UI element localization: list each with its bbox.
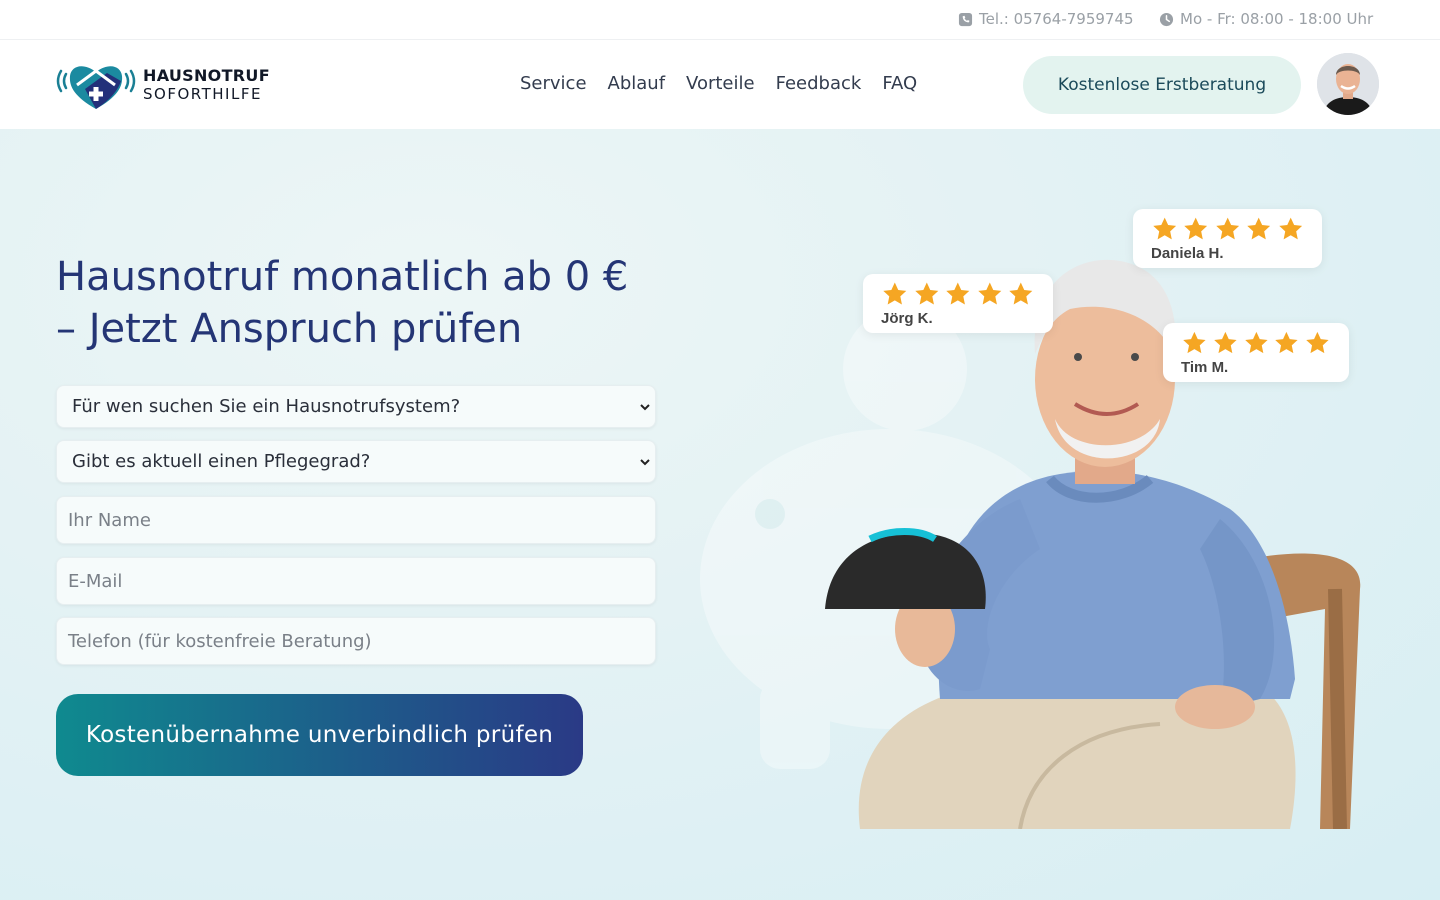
star-icon bbox=[1009, 282, 1033, 305]
hero-headline: Hausnotruf monatlich ab 0 € – Jetzt Ansp… bbox=[56, 251, 676, 355]
heart-logo-icon bbox=[56, 66, 136, 109]
review-card: Daniela H. bbox=[1133, 209, 1322, 268]
star-icon bbox=[1278, 217, 1302, 240]
name-input[interactable]: Ihr Name bbox=[56, 496, 656, 544]
star-rating bbox=[1181, 329, 1331, 357]
reviewer-name: Tim M. bbox=[1181, 359, 1229, 376]
phone-text: Tel.: 05764-7959745 bbox=[979, 10, 1134, 28]
hours-text: Mo - Fr: 08:00 - 18:00 Uhr bbox=[1180, 10, 1374, 28]
star-icon bbox=[883, 282, 907, 305]
review-card: Tim M. bbox=[1163, 323, 1349, 382]
star-icon bbox=[1184, 217, 1208, 240]
star-rating bbox=[881, 280, 1035, 308]
name-placeholder: Ihr Name bbox=[68, 509, 151, 531]
main-nav: Service Ablauf Vorteile Feedback FAQ bbox=[520, 73, 917, 94]
reviewer-name: Jörg K. bbox=[881, 310, 933, 327]
star-icon bbox=[1214, 331, 1237, 354]
opening-hours: Mo - Fr: 08:00 - 18:00 Uhr bbox=[1159, 10, 1373, 28]
nav-faq[interactable]: FAQ bbox=[882, 73, 917, 94]
headline-line-2: – Jetzt Anspruch prüfen bbox=[56, 306, 523, 352]
hero-section: Hausnotruf monatlich ab 0 € – Jetzt Ansp… bbox=[0, 129, 1440, 900]
chevron-down-icon bbox=[640, 458, 650, 465]
star-icon bbox=[978, 282, 1002, 305]
reviewer-name: Daniela H. bbox=[1151, 245, 1224, 262]
star-icon bbox=[1216, 217, 1239, 240]
recipient-select[interactable]: Für wen suchen Sie ein Hausnotrufsystem? bbox=[56, 385, 656, 428]
star-rating bbox=[1151, 215, 1304, 243]
phone-input[interactable]: Telefon (für kostenfreie Beratung) bbox=[56, 617, 656, 665]
star-icon bbox=[1247, 217, 1271, 240]
headline-line-1: Hausnotruf monatlich ab 0 € bbox=[56, 254, 629, 300]
advisor-portrait-icon bbox=[1317, 53, 1379, 115]
logo[interactable]: HAUSNOTRUF SOFORTHILFE bbox=[55, 59, 270, 111]
email-placeholder: E-Mail bbox=[68, 570, 123, 592]
email-input[interactable]: E-Mail bbox=[56, 557, 656, 605]
nav-vorteile[interactable]: Vorteile bbox=[686, 73, 755, 94]
star-icon bbox=[1183, 331, 1206, 354]
advisor-avatar[interactable] bbox=[1317, 53, 1379, 115]
care-level-select-value: Gibt es aktuell einen Pflegegrad? bbox=[72, 451, 371, 472]
star-icon bbox=[914, 282, 938, 305]
star-icon bbox=[1306, 331, 1329, 354]
chevron-down-icon bbox=[640, 403, 650, 410]
nav-feedback[interactable]: Feedback bbox=[776, 73, 862, 94]
care-level-select[interactable]: Gibt es aktuell einen Pflegegrad? bbox=[56, 440, 656, 483]
logo-line-2: SOFORTHILFE bbox=[143, 85, 262, 103]
phone-info[interactable]: Tel.: 05764-7959745 bbox=[958, 10, 1134, 28]
review-card: Jörg K. bbox=[863, 274, 1053, 333]
clock-icon bbox=[1159, 12, 1174, 26]
phone-icon bbox=[958, 12, 973, 26]
star-icon bbox=[1244, 331, 1268, 354]
star-icon bbox=[1275, 331, 1298, 354]
logo-line-1: HAUSNOTRUF bbox=[143, 66, 270, 85]
nav-ablauf[interactable]: Ablauf bbox=[608, 73, 666, 94]
phone-placeholder: Telefon (für kostenfreie Beratung) bbox=[68, 630, 372, 652]
main-header: HAUSNOTRUF SOFORTHILFE Service Ablauf Vo… bbox=[0, 41, 1440, 129]
star-icon bbox=[946, 282, 970, 305]
top-info-bar: Tel.: 05764-7959745 Mo - Fr: 08:00 - 18:… bbox=[0, 0, 1440, 40]
star-icon bbox=[1153, 217, 1177, 240]
check-cost-coverage-button[interactable]: Kostenübernahme unverbindlich prüfen bbox=[56, 694, 583, 776]
nav-service[interactable]: Service bbox=[520, 73, 587, 94]
recipient-select-value: Für wen suchen Sie ein Hausnotrufsystem? bbox=[72, 396, 461, 417]
free-consultation-button[interactable]: Kostenlose Erstberatung bbox=[1023, 56, 1301, 114]
